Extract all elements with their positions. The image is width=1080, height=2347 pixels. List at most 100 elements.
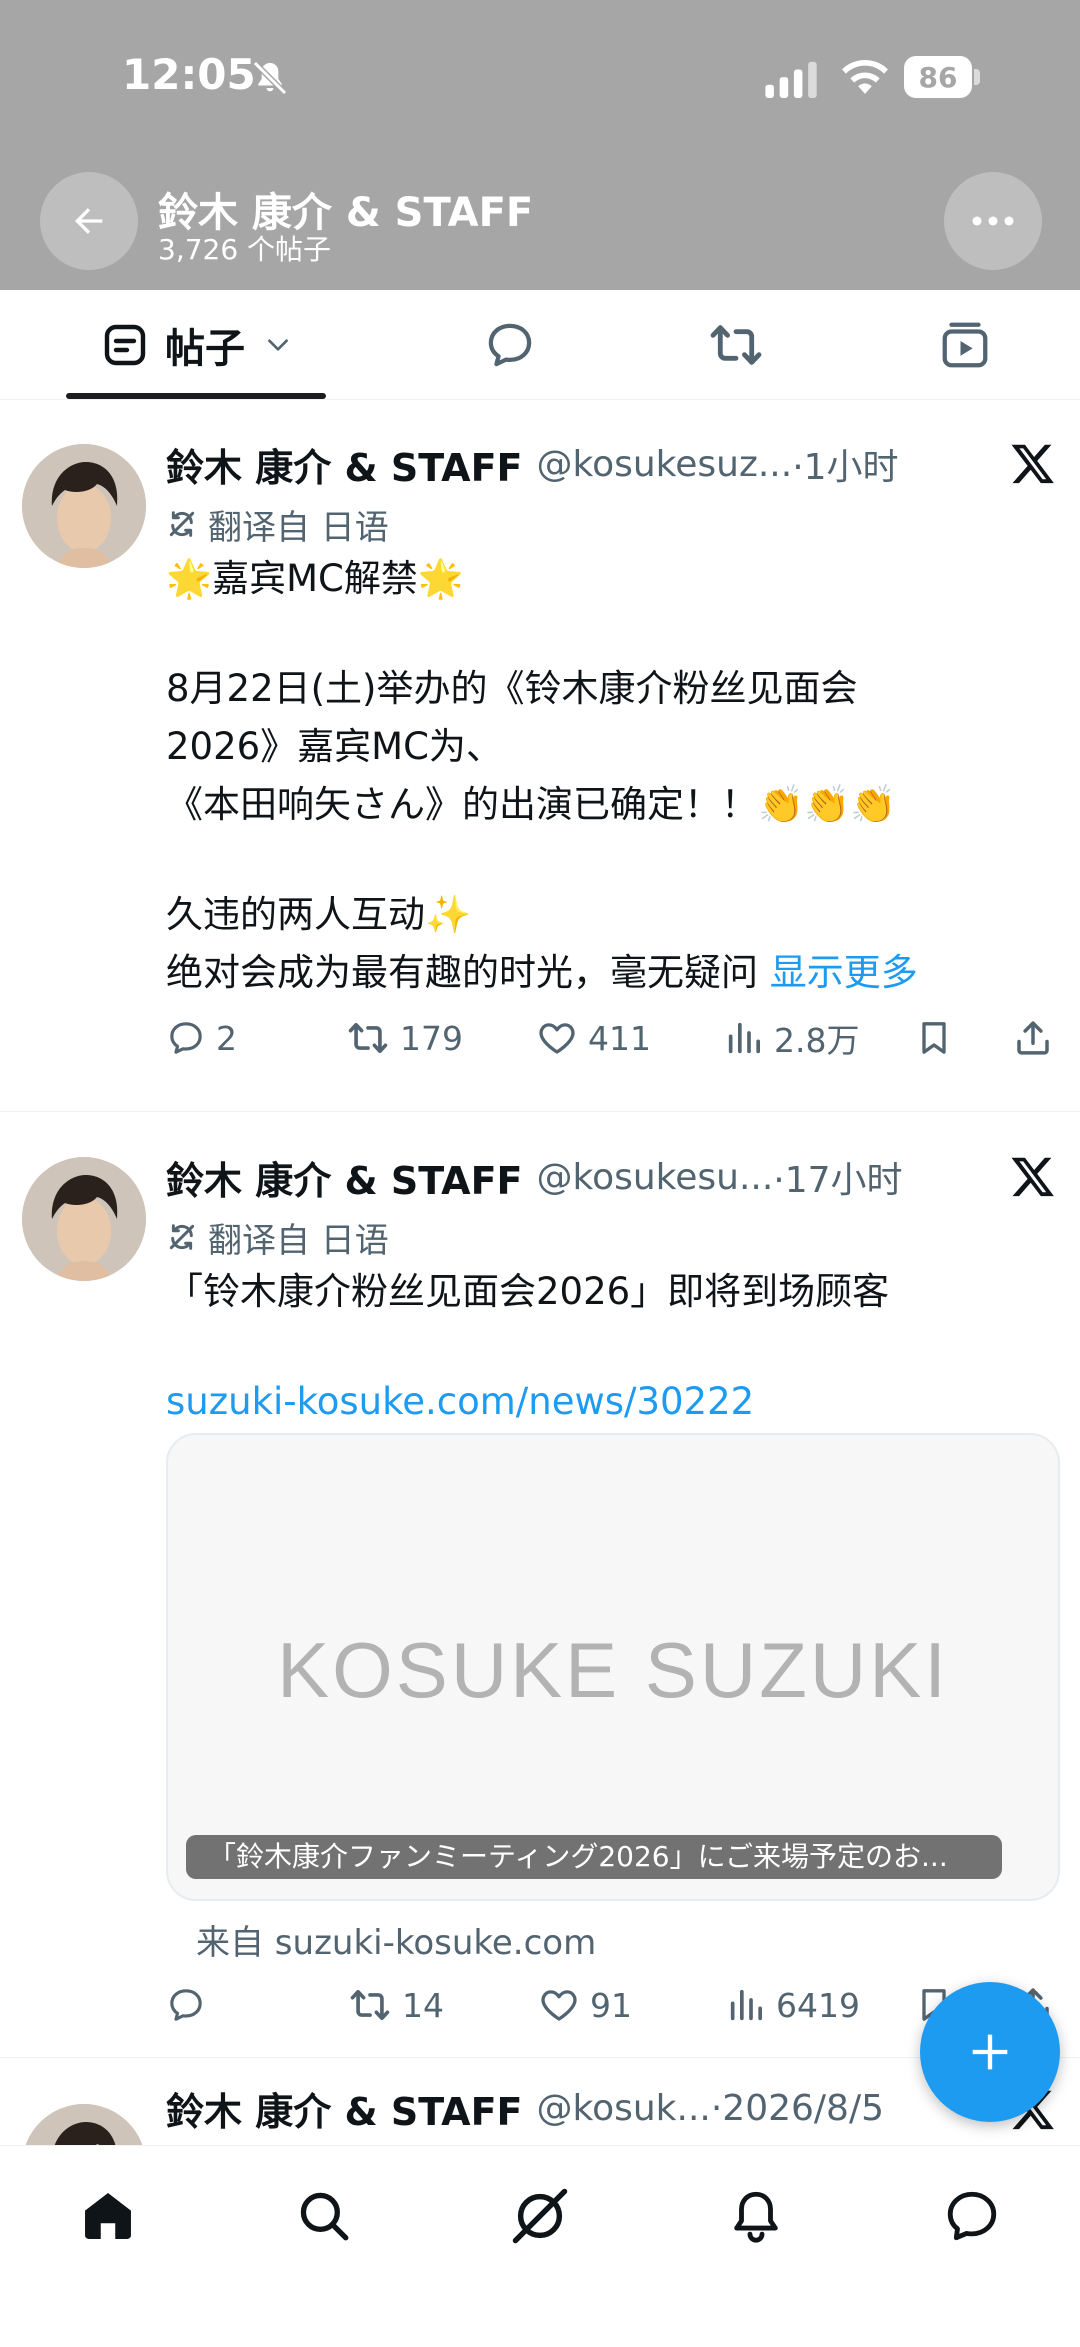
chevron-down-icon	[268, 339, 288, 351]
nav-home[interactable]	[68, 2176, 148, 2256]
post-line: 🌟嘉宾MC解禁🌟	[166, 557, 464, 600]
post-link[interactable]: suzuki-kosuke.com/news/30222	[166, 1373, 1046, 1431]
post-time[interactable]: ·1小时	[792, 438, 898, 490]
translated-label: 翻译自 日语	[208, 1220, 389, 1261]
post-header: 鈴木 康介 & STAFF @kosukesu... ·17小时	[166, 1151, 903, 1203]
author-handle[interactable]: @kosukesuz...	[537, 444, 793, 485]
views-button[interactable]: 6419	[726, 1975, 860, 2035]
more-button[interactable]	[944, 172, 1042, 270]
author-name[interactable]: 鈴木 康介 & STAFF	[166, 2081, 523, 2136]
author-name[interactable]: 鈴木 康介 & STAFF	[166, 437, 523, 492]
like-button[interactable]: 91	[538, 1975, 632, 2035]
battery-icon: 86	[904, 56, 980, 98]
views-button[interactable]: 2.8万	[724, 1008, 859, 1068]
post-header: 鈴木 康介 & STAFF @kosukesuz... ·1小时	[166, 438, 899, 490]
reply-button[interactable]: 2	[166, 1008, 237, 1068]
translated-from[interactable]: 翻译自 日语	[166, 1215, 389, 1261]
avatar[interactable]	[22, 444, 146, 568]
tab-posts[interactable]: 帖子	[66, 290, 326, 400]
translate-icon	[169, 1224, 195, 1250]
tab-replies[interactable]	[460, 290, 560, 400]
compose-button[interactable]	[920, 1982, 1060, 2122]
show-more-link[interactable]: 显示更多	[770, 951, 918, 994]
views-icon	[730, 1989, 762, 2021]
avatar[interactable]	[22, 2104, 146, 2150]
tab-posts-label: 帖子	[165, 326, 245, 372]
tab-media[interactable]	[915, 290, 1015, 400]
share-icon	[1017, 1021, 1049, 1055]
grok-icon	[512, 2188, 568, 2244]
reposts-icon	[710, 325, 762, 365]
post[interactable]: 鈴木 康介 & STAFF @kosukesuz... ·1小时 翻译自 日语 …	[0, 400, 1080, 1112]
view-count: 6419	[776, 1985, 860, 2025]
tab-reposts[interactable]	[686, 290, 786, 400]
repost-count: 14	[402, 1985, 444, 2025]
post-line-text: 绝对会成为最有趣的时光，毫无疑问	[166, 951, 758, 994]
battery-tip	[974, 69, 980, 85]
post-text: 「铃木康介粉丝见面会2026」即将到场顾客 suzuki-kosuke.com/…	[166, 1263, 1046, 1431]
posts-icon	[104, 324, 146, 366]
post-line: 《本田响矢さん》的出演已确定！！👏👏👏	[166, 783, 897, 826]
arrow-left-icon	[75, 208, 103, 234]
post-header: 鈴木 康介 & STAFF @kosuk... ·2026/8/5	[166, 2082, 884, 2134]
post-line-gap	[166, 1321, 1046, 1373]
like-count: 411	[588, 1018, 651, 1058]
card-image-logo: KOSUKE SUZUKI	[277, 1626, 949, 1714]
more-horizontal-icon	[972, 216, 1014, 226]
plus-icon	[972, 2034, 1008, 2070]
post-line: 久违的两人互动✨	[166, 893, 472, 936]
profile-header: 12:05 86 鈴木 康介 & STAFF 3,726 个帖子	[0, 0, 1080, 290]
wifi-icon	[842, 60, 888, 94]
post-line-gap	[166, 608, 1046, 660]
avatar[interactable]	[22, 1157, 146, 1281]
post-time[interactable]: ·17小时	[773, 1151, 902, 1203]
repost-icon	[348, 1022, 388, 1054]
x-logo-icon[interactable]	[1010, 1153, 1056, 1199]
view-count: 2.8万	[774, 1021, 860, 1060]
post-time[interactable]: ·2026/8/5	[711, 2088, 884, 2129]
translate-icon	[169, 511, 195, 537]
repost-button[interactable]: 179	[346, 1008, 463, 1068]
card-source[interactable]: 来自 suzuki-kosuke.com	[196, 1915, 596, 1964]
author-handle[interactable]: @kosukesu...	[537, 1157, 774, 1198]
author-name[interactable]: 鈴木 康介 & STAFF	[166, 1150, 523, 1205]
home-icon	[85, 2193, 131, 2239]
nav-search[interactable]	[284, 2176, 364, 2256]
post-text: 🌟嘉宾MC解禁🌟 8月22日(土)举办的《铃木康介粉丝见面会 2026》嘉宾MC…	[166, 550, 1046, 1002]
post-line: 「铃木康介粉丝见面会2026」即将到场顾客	[166, 1270, 890, 1313]
reply-button[interactable]	[166, 1975, 216, 2035]
reply-icon	[170, 1022, 202, 1054]
status-time: 12:05	[122, 50, 256, 99]
post[interactable]: 鈴木 康介 & STAFF @kosukesu... ·17小时 翻译自 日语 …	[0, 1113, 1080, 2058]
post-count: 3,726 个帖子	[158, 233, 332, 266]
link-card[interactable]: KOSUKE SUZUKI 「鈴木康介ファンミーティング2026」にご来場予定の…	[166, 1433, 1060, 1901]
back-button[interactable]	[40, 172, 138, 270]
translated-from[interactable]: 翻译自 日语	[166, 502, 389, 548]
nav-grok[interactable]	[500, 2176, 580, 2256]
battery-level: 86	[904, 56, 972, 98]
repost-button[interactable]: 14	[348, 1975, 444, 2035]
signal-icon	[765, 61, 817, 98]
share-button[interactable]	[1012, 1008, 1064, 1068]
card-caption: 「鈴木康介ファンミーティング2026」にご来場予定のお...	[186, 1835, 1002, 1879]
bottom-navigation	[0, 2145, 1080, 2347]
reply-icon	[170, 1989, 202, 2021]
repost-icon	[350, 1989, 390, 2021]
nav-messages[interactable]	[932, 2176, 1012, 2256]
bookmark-icon	[922, 1022, 946, 1054]
replies-icon	[488, 323, 532, 367]
post[interactable]: 鈴木 康介 & STAFF @kosuk... ·2026/8/5	[0, 2060, 1080, 2150]
author-handle[interactable]: @kosuk...	[537, 2088, 711, 2129]
messages-icon	[947, 2191, 997, 2241]
heart-icon	[541, 1990, 577, 2021]
like-button[interactable]: 411	[536, 1008, 651, 1068]
bookmark-button[interactable]	[914, 1008, 964, 1068]
nav-notifications[interactable]	[716, 2176, 796, 2256]
x-logo-icon[interactable]	[1010, 440, 1056, 486]
media-icon	[942, 322, 988, 368]
post-line-gap	[166, 834, 1046, 886]
status-bar: 12:05 86	[0, 0, 1080, 160]
post-line-last: 绝对会成为最有趣的时光，毫无疑问 显示更多	[166, 944, 1046, 1002]
notifications-icon	[734, 2191, 778, 2243]
profile-tabs: 帖子	[0, 290, 1080, 400]
